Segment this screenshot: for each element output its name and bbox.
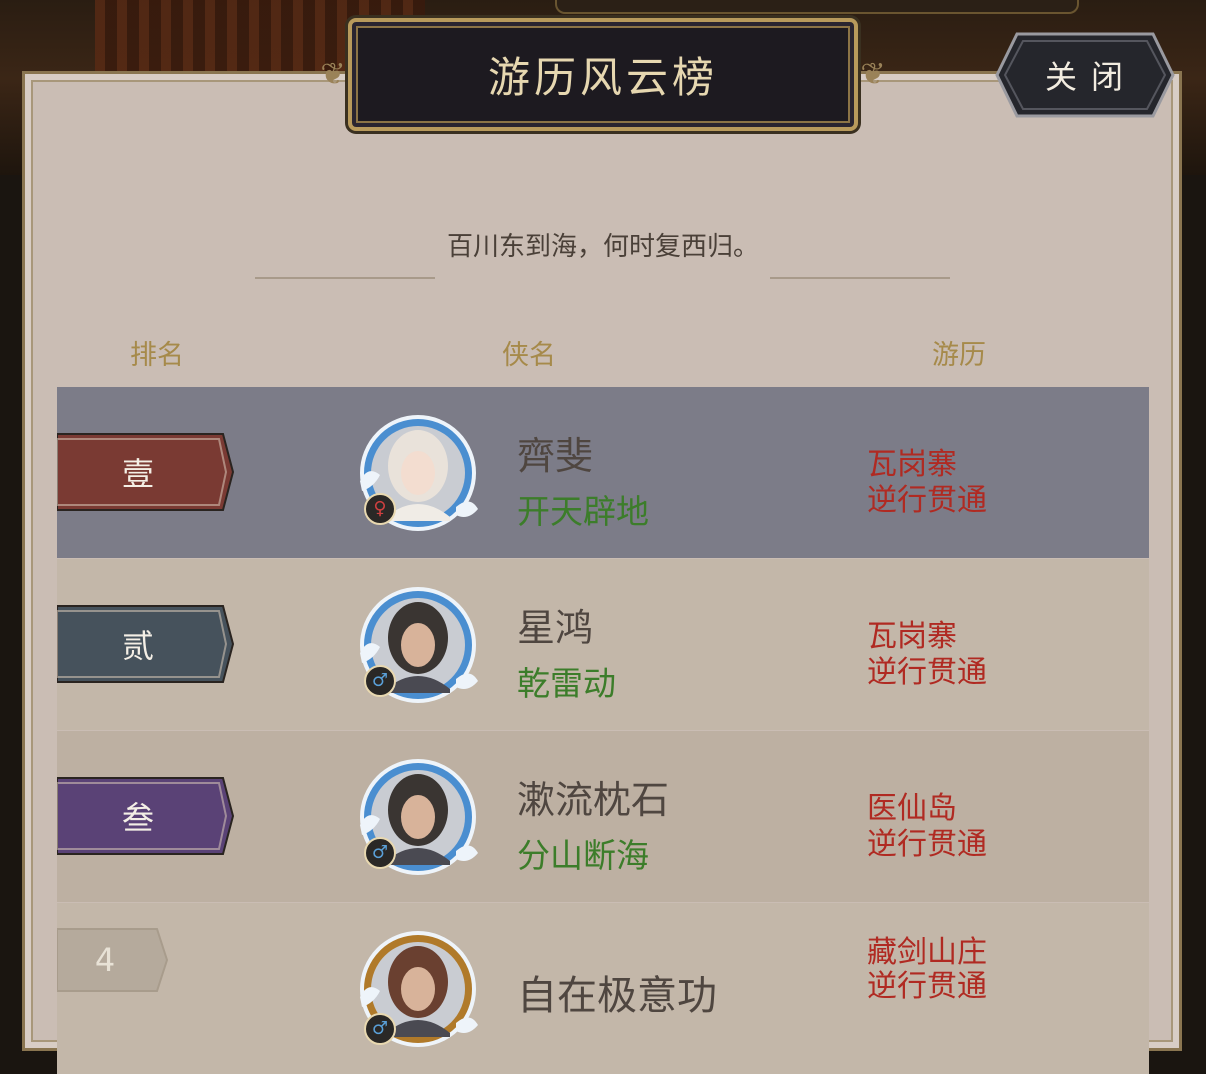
title-plate: 游历风云榜 xyxy=(348,18,858,131)
hero-avatar[interactable]: ♂ xyxy=(352,755,484,879)
rank-badge: 壹 xyxy=(57,432,235,512)
gender-icon: ♂ xyxy=(364,1013,396,1045)
travel-status: 逆行贯通 xyxy=(867,655,987,690)
gender-icon: ♂ xyxy=(364,665,396,697)
rank-label: 4 xyxy=(94,941,116,979)
divider-left xyxy=(255,277,435,279)
close-button[interactable]: 关闭 xyxy=(995,32,1175,118)
panel-title: 游历风云榜 xyxy=(487,53,718,102)
hero-avatar[interactable]: ♂ xyxy=(352,927,484,1051)
header-travel: 游历 xyxy=(932,340,986,371)
hero-skill: 开天辟地 xyxy=(517,492,649,531)
hero-name: 漱流枕石 xyxy=(517,778,670,822)
travel-status: 逆行贯通 xyxy=(867,827,987,862)
header-rank: 排名 xyxy=(130,340,184,371)
ranking-row[interactable]: 4 ♂ 自在极意功 藏剑山庄 逆行贯通 xyxy=(57,903,1149,1074)
hero-name: 齊斐 xyxy=(517,434,594,478)
travel-status: 逆行贯通 xyxy=(867,969,987,1004)
rank-badge: 叁 xyxy=(57,776,235,856)
ranking-row[interactable]: 壹 ♀ 齊斐 开天辟地 瓦岗寨 逆行贯通 xyxy=(57,387,1149,558)
hero-name: 自在极意功 xyxy=(517,973,717,1019)
hero-avatar[interactable]: ♂ xyxy=(352,583,484,707)
rank-badge: 贰 xyxy=(57,604,235,684)
rank-label: 贰 xyxy=(121,627,154,665)
divider-right xyxy=(770,277,950,279)
rank-label: 壹 xyxy=(121,455,154,493)
gender-icon: ♂ xyxy=(364,837,396,869)
close-label: 关闭 xyxy=(1044,58,1137,96)
hero-skill: 分山断海 xyxy=(517,836,649,875)
hero-name: 星鸿 xyxy=(517,606,594,650)
panel-subtitle: 百川东到海，何时复西归。 xyxy=(446,232,759,262)
scene-top-frame xyxy=(555,0,1079,14)
rank-label: 叁 xyxy=(121,799,154,837)
ranking-row[interactable]: 贰 ♂ 星鸿 乾雷动 瓦岗寨 逆行贯通 xyxy=(57,559,1149,730)
header-hero-name: 侠名 xyxy=(502,340,556,371)
gender-icon: ♀ xyxy=(364,493,396,525)
ranking-row[interactable]: 叁 ♂ 漱流枕石 分山断海 医仙岛 逆行贯通 xyxy=(57,731,1149,902)
rank-badge: 4 xyxy=(57,927,169,993)
travel-status: 逆行贯通 xyxy=(867,483,987,518)
hero-avatar[interactable]: ♀ xyxy=(352,411,484,535)
title-ornament-right-icon: ❦ xyxy=(860,57,886,92)
hero-skill: 乾雷动 xyxy=(517,664,616,703)
title-ornament-left-icon: ❦ xyxy=(320,57,346,92)
